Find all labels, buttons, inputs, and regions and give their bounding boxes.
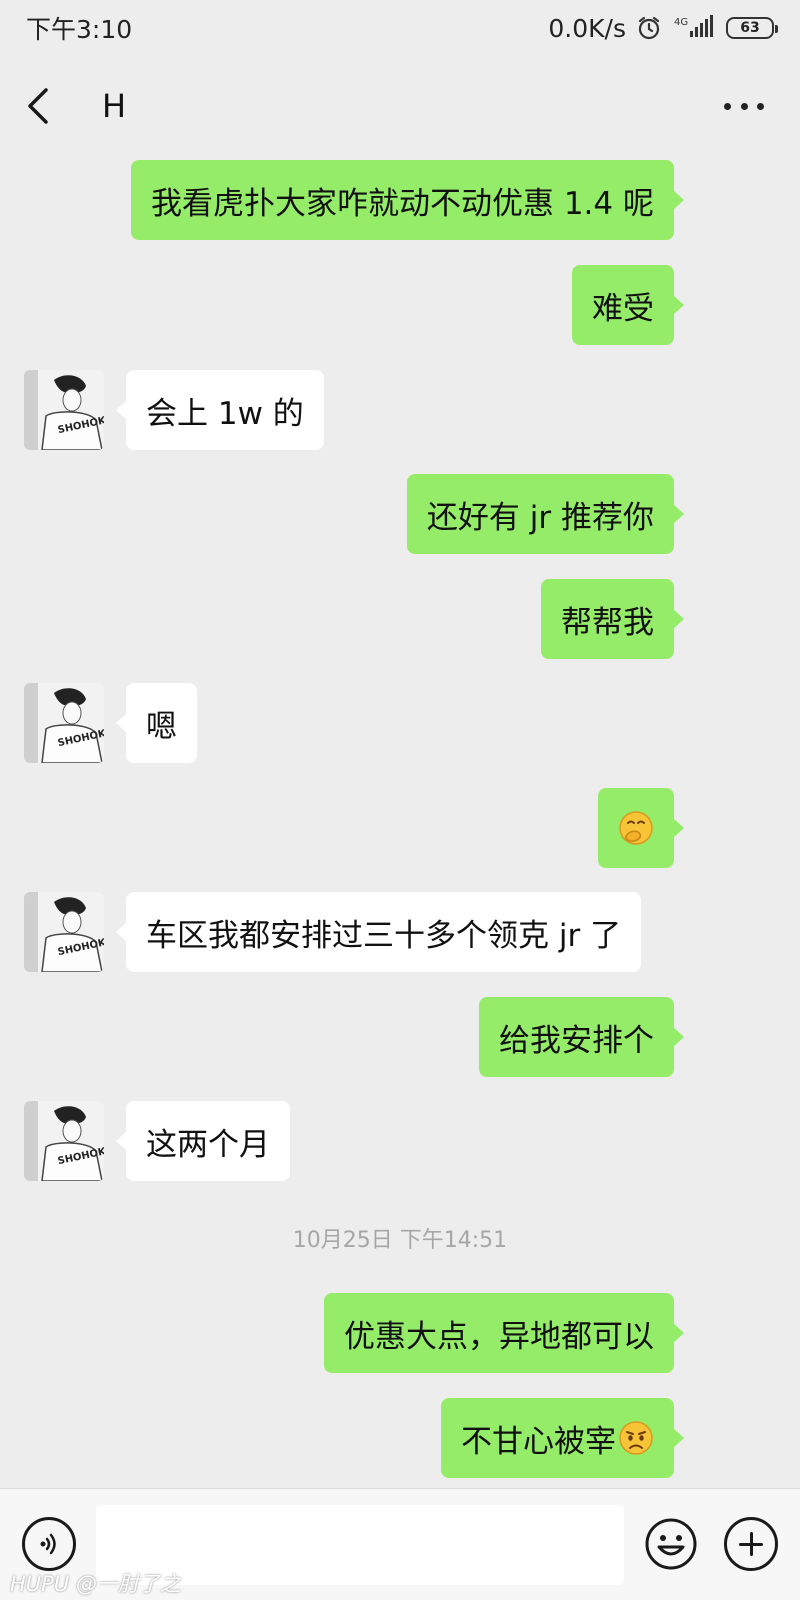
status-bar: 下午3:10 0.0K/s 4G 63: [0, 0, 800, 56]
chat-header: H: [0, 66, 800, 146]
contact-avatar[interactable]: SHOHOKU: [24, 1101, 104, 1181]
outgoing-message[interactable]: 不甘心被宰: [441, 1398, 684, 1478]
outgoing-message[interactable]: 给我安排个: [479, 997, 684, 1077]
signal-icon: 4G: [672, 15, 716, 41]
avatar-image: SHOHOKU: [24, 370, 104, 450]
back-button[interactable]: [24, 81, 64, 131]
message-text: 我看虎扑大家咋就动不动优惠 1.4 呢: [150, 185, 654, 222]
message-text: 会上 1w 的: [146, 395, 304, 432]
hupu-watermark: HUPU @一肘了之: [10, 1572, 181, 1596]
network-speed: 0.0K/s: [548, 13, 626, 43]
avatar-image: SHOHOKU: [24, 892, 104, 972]
incoming-message[interactable]: 嗯: [116, 683, 197, 763]
incoming-message[interactable]: 会上 1w 的: [116, 370, 324, 450]
outgoing-message[interactable]: 我看虎扑大家咋就动不动优惠 1.4 呢: [130, 160, 685, 240]
frowning-face-emoji: [619, 1421, 653, 1455]
outgoing-message[interactable]: [598, 788, 684, 868]
voice-icon: [40, 1533, 56, 1555]
more-dots-icon: [724, 102, 731, 110]
chat-timestamp: 10月25日 下午14:51: [292, 1228, 508, 1253]
voice-button[interactable]: [22, 1517, 76, 1571]
smiley-icon: [645, 1518, 697, 1570]
covering-mouth-emoji: [619, 811, 653, 845]
status-right: 0.0K/s 4G 63: [548, 13, 778, 43]
avatar-image: SHOHOKU: [24, 683, 104, 763]
chevron-left-icon: [28, 88, 48, 124]
message-text: 优惠大点，异地都可以: [344, 1318, 654, 1355]
avatar-image: SHOHOKU: [24, 1101, 104, 1181]
alarm-clock-icon: [636, 15, 662, 41]
status-time: 下午3:10: [26, 15, 133, 44]
contact-avatar[interactable]: SHOHOKU: [24, 892, 104, 972]
outgoing-message[interactable]: 帮帮我: [541, 579, 684, 659]
outgoing-message[interactable]: 优惠大点，异地都可以: [324, 1293, 684, 1373]
plus-button[interactable]: [724, 1517, 778, 1571]
message-text: 嗯: [146, 708, 177, 745]
battery-level: 63: [740, 20, 760, 36]
incoming-message[interactable]: 这两个月: [116, 1101, 290, 1181]
battery-icon: 63: [726, 17, 778, 39]
signal-label: 4G: [674, 17, 688, 28]
chat-title: H: [102, 87, 127, 125]
message-text: 还好有 jr 推荐你: [426, 499, 654, 536]
outgoing-message[interactable]: 还好有 jr 推荐你: [406, 474, 685, 554]
incoming-message[interactable]: 车区我都安排过三十多个领克 jr 了: [115, 892, 642, 972]
message-text: 车区我都安排过三十多个领克 jr 了: [146, 917, 622, 954]
outgoing-message[interactable]: 难受: [572, 265, 684, 345]
message-text: 这两个月: [146, 1126, 270, 1163]
emoji-button[interactable]: [644, 1517, 698, 1571]
more-options-button[interactable]: [724, 86, 764, 126]
contact-avatar[interactable]: SHOHOKU: [24, 370, 104, 450]
message-text: 给我安排个: [499, 1022, 654, 1059]
contact-avatar[interactable]: SHOHOKU: [24, 683, 104, 763]
message-text: 难受: [592, 290, 654, 327]
message-text: 不甘心被宰: [461, 1423, 616, 1460]
message-text: 帮帮我: [561, 604, 654, 641]
